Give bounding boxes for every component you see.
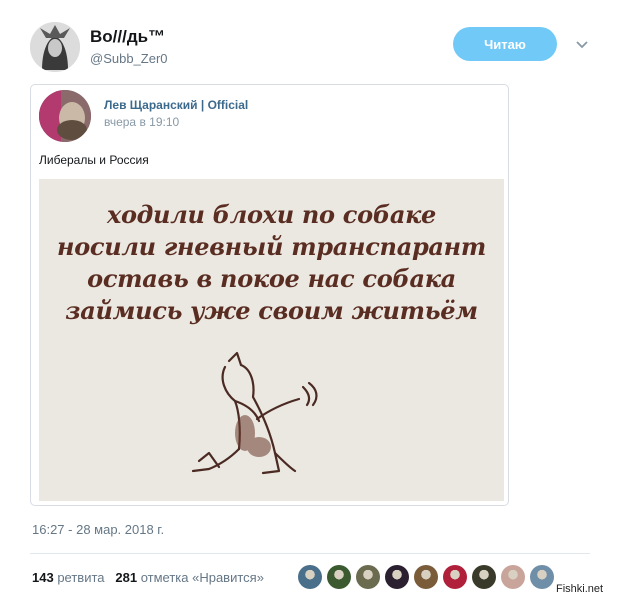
quoted-time[interactable]: вчера в 19:10	[104, 115, 179, 129]
watermark: Fishki.net	[556, 583, 604, 595]
poem-line: носили гневный транспарант	[57, 232, 486, 261]
chevron-down-icon[interactable]	[574, 37, 590, 53]
image-poem: ходили блохи по собаке носили гневный тр…	[39, 199, 504, 327]
liker-avatar[interactable]	[356, 565, 380, 589]
liker-avatar[interactable]	[385, 565, 409, 589]
quoted-tweet[interactable]: Лев Щаранский | Official вчера в 19:10 Л…	[30, 84, 509, 506]
liker-avatar[interactable]	[298, 565, 322, 589]
poem-line: оставь в покое нас собака	[87, 264, 456, 293]
liker-avatar[interactable]	[414, 565, 438, 589]
tweet-header: Во///дь™ @Subb_Zer0 Читаю	[0, 0, 625, 80]
liker-avatar[interactable]	[327, 565, 351, 589]
quoted-text: Либералы и Россия	[39, 153, 149, 167]
poem-line: ходили блохи по собаке	[106, 200, 437, 229]
retweet-label[interactable]: ретвита	[57, 570, 104, 585]
like-label[interactable]: отметка «Нравится»	[141, 570, 264, 585]
quoted-image[interactable]: ходили блохи по собаке носили гневный тр…	[39, 179, 504, 501]
like-count[interactable]: 281	[115, 570, 137, 585]
quoted-author-name[interactable]: Лев Щаранский | Official	[104, 98, 248, 112]
follow-button[interactable]: Читаю	[453, 27, 557, 61]
author-avatar[interactable]	[30, 22, 80, 72]
retweet-count[interactable]: 143	[32, 570, 54, 585]
author-name[interactable]: Во///дь™	[90, 27, 165, 47]
engagement-stats: 143 ретвита 281 отметка «Нравится»	[32, 570, 264, 585]
quoted-author-avatar[interactable]	[39, 90, 91, 142]
liker-avatar[interactable]	[472, 565, 496, 589]
author-handle[interactable]: @Subb_Zer0	[90, 51, 168, 66]
liker-avatar[interactable]	[501, 565, 525, 589]
tweet-timestamp[interactable]: 16:27 - 28 мар. 2018 г.	[32, 522, 164, 537]
poem-line: займись уже своим житьём	[65, 296, 478, 325]
divider	[30, 553, 590, 554]
liker-avatar[interactable]	[443, 565, 467, 589]
liker-avatar[interactable]	[530, 565, 554, 589]
dog-illustration	[191, 351, 318, 475]
